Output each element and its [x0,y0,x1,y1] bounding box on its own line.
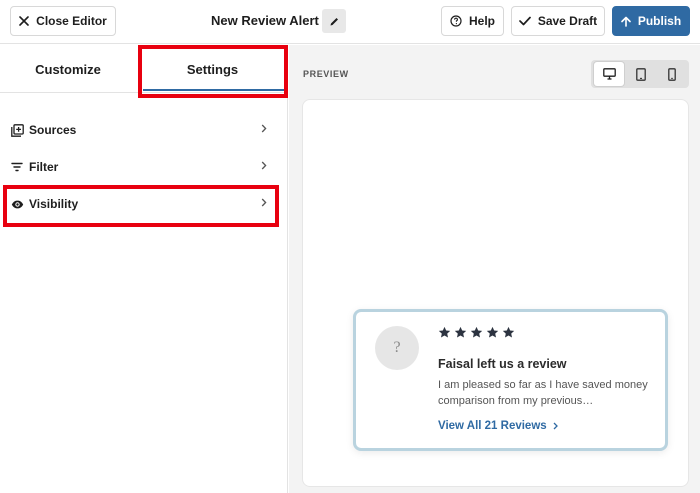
star-rating [438,326,515,339]
desktop-icon [602,68,616,80]
checkmark-icon [518,16,531,26]
visibility-item-highlight [3,185,279,227]
save-draft-label: Save Draft [537,14,598,28]
publish-label: Publish [637,14,682,28]
mobile-view-button[interactable] [657,62,687,86]
filter-icon [10,160,24,174]
sidebar-item-label: Filter [29,160,59,174]
publish-button[interactable]: Publish [612,6,690,36]
desktop-view-button[interactable] [594,62,624,86]
editor-title: New Review Alert [211,13,319,28]
chevron-right-icon [261,161,267,170]
device-toggle-group [591,60,689,88]
close-icon [19,16,29,26]
sidebar-item-label: Sources [29,123,77,137]
edit-title-button[interactable] [322,9,346,33]
tab-customize[interactable]: Customize [0,45,136,93]
preview-canvas: ? Faisal left us a review I am pleased s… [302,99,689,487]
tablet-icon [636,67,646,81]
sidebar-item-sources[interactable]: Sources [0,112,288,148]
help-label: Help [468,14,495,28]
close-editor-button[interactable]: Close Editor [10,6,116,36]
preview-area: PREVIEW ? Faisal left us a review I am p… [289,45,700,493]
star-icon [470,326,483,338]
star-icon [486,326,499,338]
view-all-reviews-link[interactable]: View All 21 Reviews [438,420,558,432]
add-box-icon [10,123,24,137]
notification-body: I am pleased so far as I have saved mone… [438,379,648,407]
chevron-right-icon [261,124,267,133]
tablet-view-button[interactable] [626,62,656,86]
save-draft-button[interactable]: Save Draft [511,6,605,36]
sidebar-item-filter[interactable]: Filter [0,149,288,185]
avatar: ? [375,326,419,370]
view-all-reviews-label: View All 21 Reviews [438,420,547,432]
help-button[interactable]: Help [441,6,504,36]
settings-tab-highlight [138,45,288,98]
star-icon [502,326,515,338]
review-notification-card[interactable]: ? Faisal left us a review I am pleased s… [353,309,668,451]
sidebar: Customize Settings Sources Filter Visibi… [0,45,288,493]
arrow-up-icon [621,16,631,27]
top-bar: Close Editor New Review Alert Help Save … [0,0,700,44]
notification-title: Faisal left us a review [438,357,567,371]
help-circle-icon [450,15,462,27]
preview-label: PREVIEW [303,69,349,79]
pencil-icon [330,17,338,25]
close-editor-label: Close Editor [36,14,107,28]
mobile-icon [668,67,676,81]
chevron-right-icon [553,422,558,430]
star-icon [438,326,451,338]
star-icon [454,326,467,338]
